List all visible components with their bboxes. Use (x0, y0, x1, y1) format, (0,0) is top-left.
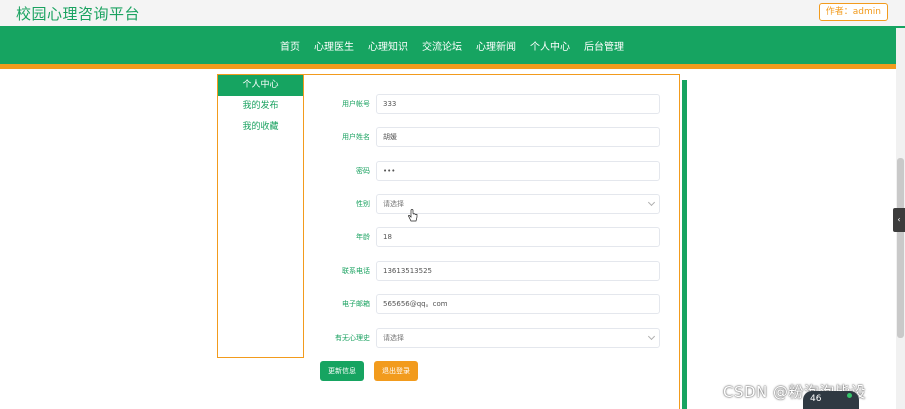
form-row-account: 用户帐号 333 (304, 94, 680, 114)
sidebar-item-my-posts[interactable]: 我的发布 (218, 96, 303, 117)
phone-label: 联系电话 (342, 267, 370, 275)
main-nav: 首页 心理医生 心理知识 交流论坛 心理新闻 个人中心 后台管理 (0, 26, 905, 64)
update-info-button[interactable]: 更新信息 (320, 361, 364, 381)
name-label: 用户姓名 (342, 133, 370, 141)
name-input[interactable]: 胡媛 (376, 127, 660, 147)
gender-select-value: 请选择 (383, 200, 404, 208)
hand-pointer-icon (408, 209, 418, 222)
form-row-name: 用户姓名 胡媛 (304, 127, 680, 147)
chevron-down-icon (647, 198, 656, 207)
author-badge[interactable]: 作者：admin (818, 3, 888, 21)
sidebar-item-personal-center[interactable]: 个人中心 (218, 75, 303, 96)
nav-accent-strip (0, 64, 905, 69)
page: 校园心理咨询平台 作者：admin 首页 心理医生 心理知识 交流论坛 心理新闻… (0, 0, 905, 409)
nav-knowledge[interactable]: 心理知识 (368, 38, 408, 53)
nav-news[interactable]: 心理新闻 (476, 38, 516, 53)
nav-forum[interactable]: 交流论坛 (422, 38, 462, 53)
scrollbar-thumb[interactable] (897, 158, 904, 338)
history-select-value: 请选择 (383, 334, 404, 342)
form-row-phone: 联系电话 13613513525 (304, 261, 680, 281)
logout-button[interactable]: 退出登录 (374, 361, 418, 381)
gender-select[interactable]: 请选择 (376, 194, 660, 214)
nav-personal-center[interactable]: 个人中心 (530, 38, 570, 53)
password-label: 密码 (356, 167, 370, 175)
sidebar-item-my-favorites[interactable]: 我的收藏 (218, 117, 303, 138)
site-title[interactable]: 校园心理咨询平台 (16, 3, 140, 24)
nav-admin[interactable]: 后台管理 (584, 38, 624, 53)
password-input[interactable]: ••• (376, 161, 660, 181)
age-input[interactable]: 18 (376, 227, 660, 247)
overlay-badge-number: 46 (810, 394, 822, 404)
top-bar: 校园心理咨询平台 作者：admin (0, 0, 905, 26)
form-row-password: 密码 ••• (304, 161, 680, 181)
history-label: 有无心理史 (335, 334, 370, 342)
email-input[interactable]: 565656@qq。com (376, 294, 660, 314)
chevron-down-icon (647, 332, 656, 341)
phone-input[interactable]: 13613513525 (376, 261, 660, 281)
form-row-age: 年龄 18 (304, 227, 680, 247)
chevron-left-icon[interactable]: ‹ (893, 208, 905, 232)
form-row-gender: 性别 请选择 (304, 194, 680, 214)
gender-label: 性别 (356, 200, 370, 208)
form-row-email: 电子邮箱 565656@qq。com (304, 294, 680, 314)
panel-shadow (682, 80, 687, 409)
history-select[interactable]: 请选择 (376, 328, 660, 348)
age-label: 年龄 (356, 233, 370, 241)
form-row-history: 有无心理史 请选择 (304, 328, 680, 348)
status-dot (847, 393, 852, 398)
nav-items: 首页 心理医生 心理知识 交流论坛 心理新闻 个人中心 后台管理 (280, 26, 638, 64)
account-input[interactable]: 333 (376, 94, 660, 114)
account-label: 用户帐号 (342, 100, 370, 108)
nav-home[interactable]: 首页 (280, 38, 300, 53)
profile-form: 用户帐号 333 用户姓名 胡媛 密码 ••• 性别 请选择 年龄 18 联系电… (304, 74, 680, 409)
sidebar: 个人中心 我的发布 我的收藏 (217, 74, 304, 358)
nav-doctors[interactable]: 心理医生 (314, 38, 354, 53)
email-label: 电子邮箱 (342, 300, 370, 308)
